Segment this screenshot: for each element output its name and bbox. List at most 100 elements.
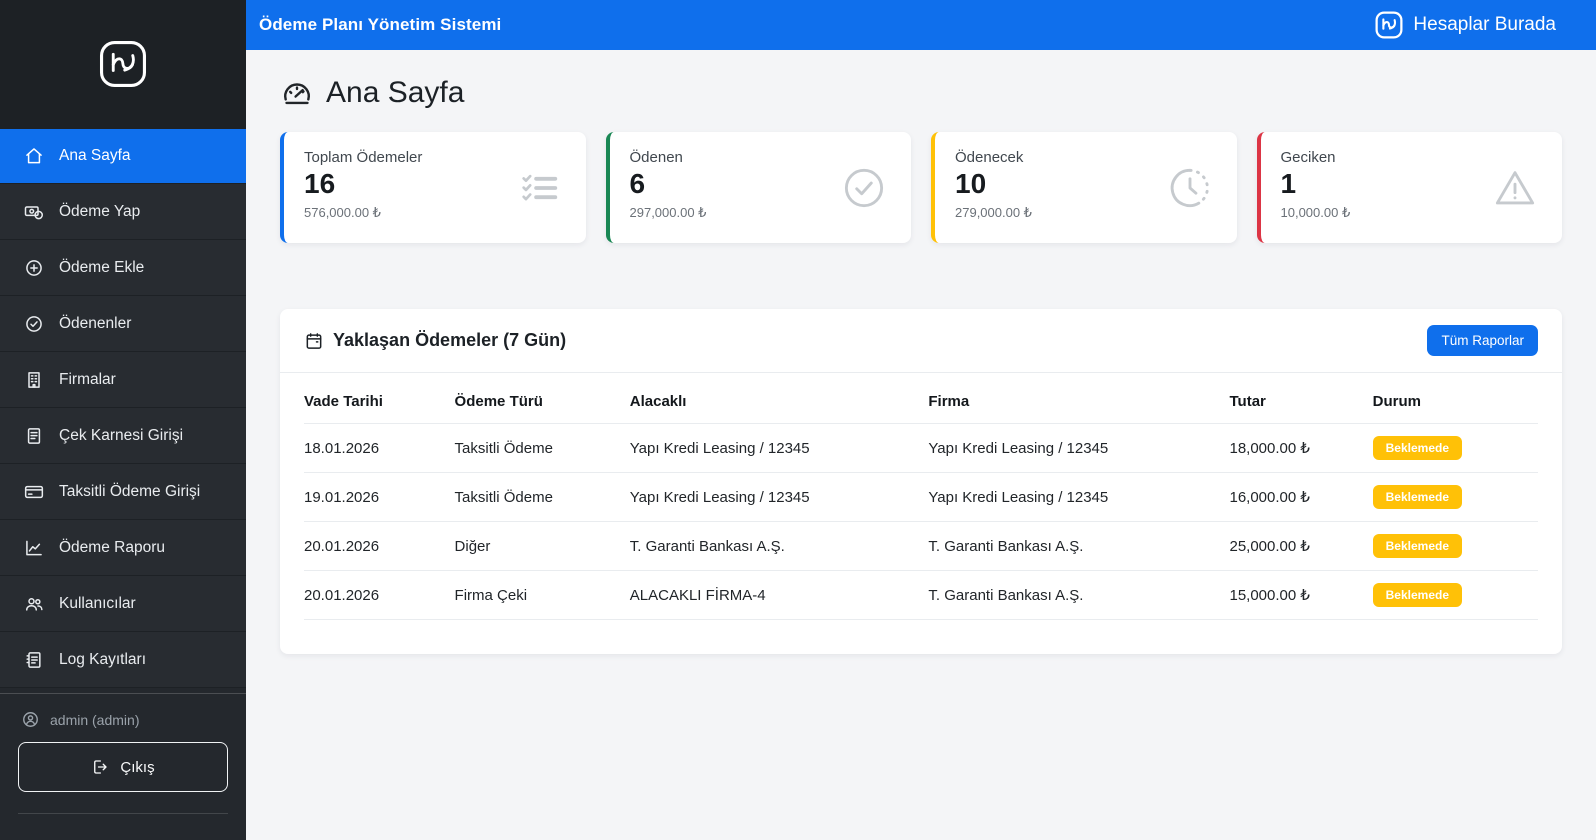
warning-triangle-icon — [1492, 165, 1538, 211]
sidebar-item-odenenler[interactable]: Ödenenler — [0, 296, 246, 352]
building-icon — [24, 370, 44, 390]
cell-type: Diğer — [455, 522, 630, 571]
column-header-firma: Firma — [928, 379, 1229, 424]
sidebar-item-odeme-yap[interactable]: Ödeme Yap — [0, 184, 246, 240]
stat-label: Ödenen — [630, 149, 892, 166]
upcoming-payments-title: Yaklaşan Ödemeler (7 Gün) — [304, 330, 566, 351]
cell-amount: 16,000.00 ₺ — [1229, 473, 1372, 522]
upcoming-payments-header: Yaklaşan Ödemeler (7 Gün) Tüm Raporlar — [280, 309, 1562, 373]
cell-creditor: Yapı Kredi Leasing / 12345 — [630, 473, 929, 522]
sidebar-item-label: Ödeme Ekle — [59, 259, 144, 277]
column-header-odeme-turu: Ödeme Türü — [455, 379, 630, 424]
page-title-row: Ana Sayfa — [280, 76, 1562, 110]
stat-cards: Toplam Ödemeler 16 576,000.00 ₺ Ödenen 6… — [280, 132, 1562, 243]
upcoming-payments-title-text: Yaklaşan Ödemeler (7 Gün) — [333, 330, 566, 351]
table-row: 19.01.2026 Taksitli Ödeme Yapı Kredi Lea… — [304, 473, 1538, 522]
table-row: 20.01.2026 Diğer T. Garanti Bankası A.Ş.… — [304, 522, 1538, 571]
table-header-row: Vade Tarihi Ödeme Türü Alacaklı Firma Tu… — [304, 379, 1538, 424]
cell-amount: 18,000.00 ₺ — [1229, 424, 1372, 473]
cell-date: 18.01.2026 — [304, 424, 455, 473]
sidebar-item-label: Taksitli Ödeme Girişi — [59, 483, 200, 501]
house-icon — [24, 146, 44, 166]
logout-button[interactable]: Çıkış — [18, 742, 228, 792]
status-badge: Beklemede — [1373, 583, 1462, 607]
sidebar-item-label: Ödeme Raporu — [59, 539, 165, 557]
cell-type: Taksitli Ödeme — [455, 424, 630, 473]
cell-amount: 25,000.00 ₺ — [1229, 522, 1372, 571]
cell-type: Taksitli Ödeme — [455, 473, 630, 522]
brand: Hesaplar Burada — [1374, 10, 1556, 40]
sidebar-divider-bottom — [18, 813, 228, 814]
column-header-vade-tarihi: Vade Tarihi — [304, 379, 455, 424]
people-icon — [24, 594, 44, 614]
sidebar-item-cek-karnesi[interactable]: Çek Karnesi Girişi — [0, 408, 246, 464]
stat-label: Ödenecek — [955, 149, 1217, 166]
speedometer-icon — [280, 76, 314, 110]
calendar-icon — [304, 331, 324, 351]
page-content: Ana Sayfa Toplam Ödemeler 16 576,000.00 … — [246, 50, 1596, 840]
all-reports-button[interactable]: Tüm Raporlar — [1427, 325, 1538, 356]
main-area: Ödeme Planı Yönetim Sistemi Hesaplar Bur… — [246, 0, 1596, 840]
brand-name: Hesaplar Burada — [1413, 14, 1556, 36]
sidebar-item-ana-sayfa[interactable]: Ana Sayfa — [0, 128, 246, 184]
sidebar-item-label: Ödeme Yap — [59, 203, 140, 221]
status-badge: Beklemede — [1373, 534, 1462, 558]
cell-company: Yapı Kredi Leasing / 12345 — [928, 424, 1229, 473]
app-title: Ödeme Planı Yönetim Sistemi — [259, 15, 501, 35]
column-header-durum: Durum — [1373, 379, 1538, 424]
stat-card-odenen: Ödenen 6 297,000.00 ₺ — [606, 132, 912, 243]
cell-date: 20.01.2026 — [304, 571, 455, 620]
upcoming-payments-table-wrap: Vade Tarihi Ödeme Türü Alacaklı Firma Tu… — [280, 373, 1562, 654]
app-root: Ana Sayfa Ödeme Yap Ödeme Ekle Ödenenler — [0, 0, 1596, 840]
sidebar-logo — [0, 0, 246, 128]
logout-label: Çıkış — [120, 759, 154, 776]
sidebar-item-log-kayitlari[interactable]: Log Kayıtları — [0, 632, 246, 688]
column-header-alacakli: Alacaklı — [630, 379, 929, 424]
cell-creditor: ALACAKLI FİRMA-4 — [630, 571, 929, 620]
stat-card-odenecek: Ödenecek 10 279,000.00 ₺ — [931, 132, 1237, 243]
cell-creditor: T. Garanti Bankası A.Ş. — [630, 522, 929, 571]
upcoming-payments-table: Vade Tarihi Ödeme Türü Alacaklı Firma Tu… — [304, 379, 1538, 620]
user-info: admin (admin) — [21, 710, 228, 729]
sidebar-item-label: Ödenenler — [59, 315, 131, 333]
column-header-tutar: Tutar — [1229, 379, 1372, 424]
page-title: Ana Sayfa — [326, 76, 464, 110]
upcoming-payments-card: Yaklaşan Ödemeler (7 Gün) Tüm Raporlar V… — [280, 309, 1562, 654]
table-row: 18.01.2026 Taksitli Ödeme Yapı Kredi Lea… — [304, 424, 1538, 473]
sidebar-item-label: Log Kayıtları — [59, 651, 146, 669]
sidebar-item-label: Kullanıcılar — [59, 595, 136, 613]
brand-logo-icon — [1374, 10, 1404, 40]
check-circle-icon — [24, 314, 44, 334]
stat-label: Geciken — [1281, 149, 1543, 166]
cell-company: T. Garanti Bankası A.Ş. — [928, 522, 1229, 571]
sidebar-item-odeme-raporu[interactable]: Ödeme Raporu — [0, 520, 246, 576]
sidebar-user-section: admin (admin) Çıkış — [0, 694, 246, 814]
status-badge: Beklemede — [1373, 485, 1462, 509]
sidebar-item-firmalar[interactable]: Firmalar — [0, 352, 246, 408]
cell-creditor: Yapı Kredi Leasing / 12345 — [630, 424, 929, 473]
cell-date: 19.01.2026 — [304, 473, 455, 522]
user-name: admin (admin) — [50, 712, 139, 728]
plus-circle-icon — [24, 258, 44, 278]
cell-amount: 15,000.00 ₺ — [1229, 571, 1372, 620]
logout-icon — [91, 758, 109, 776]
cell-type: Firma Çeki — [455, 571, 630, 620]
journal-text-icon — [24, 650, 44, 670]
topbar: Ödeme Planı Yönetim Sistemi Hesaplar Bur… — [246, 0, 1596, 50]
graph-icon — [24, 538, 44, 558]
sidebar-item-label: Ana Sayfa — [59, 147, 131, 165]
stat-card-toplam-odemeler: Toplam Ödemeler 16 576,000.00 ₺ — [280, 132, 586, 243]
sidebar-item-kullanicilar[interactable]: Kullanıcılar — [0, 576, 246, 632]
journal-icon — [24, 426, 44, 446]
sidebar-item-label: Çek Karnesi Girişi — [59, 427, 183, 445]
stat-label: Toplam Ödemeler — [304, 149, 566, 166]
sidebar-item-odeme-ekle[interactable]: Ödeme Ekle — [0, 240, 246, 296]
sidebar: Ana Sayfa Ödeme Yap Ödeme Ekle Ödenenler — [0, 0, 246, 840]
sidebar-item-label: Firmalar — [59, 371, 116, 389]
clock-history-icon — [1167, 165, 1213, 211]
sidebar-item-taksitli-odeme[interactable]: Taksitli Ödeme Girişi — [0, 464, 246, 520]
check-circle-icon — [841, 165, 887, 211]
person-circle-icon — [21, 710, 40, 729]
cash-coin-icon — [24, 202, 44, 222]
list-check-icon — [516, 165, 562, 211]
